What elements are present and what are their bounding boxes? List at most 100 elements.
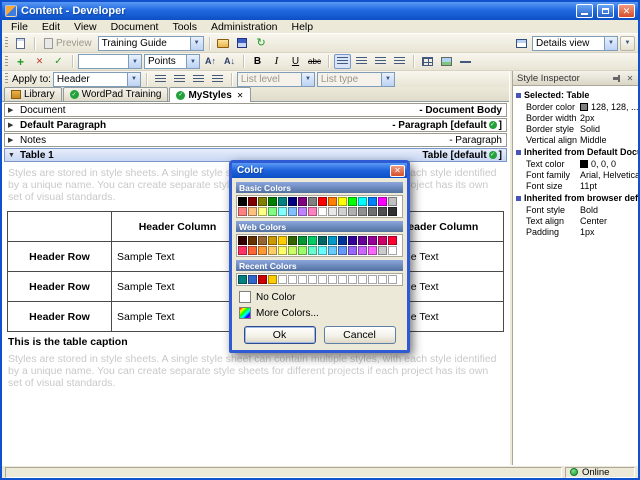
list-type-combo[interactable]: List type ▼ — [316, 71, 395, 87]
outdent-icon[interactable] — [190, 72, 207, 87]
more-colors-option[interactable]: More Colors... — [236, 305, 403, 321]
color-swatch[interactable] — [318, 207, 327, 216]
color-swatch[interactable] — [368, 275, 377, 284]
align-justify-icon[interactable] — [391, 54, 408, 69]
color-swatch[interactable] — [358, 236, 367, 245]
color-swatch[interactable] — [348, 236, 357, 245]
color-swatch[interactable] — [318, 275, 327, 284]
horizontal-rule-icon[interactable] — [457, 54, 474, 69]
toolbar-grip[interactable] — [5, 55, 8, 68]
color-swatch[interactable] — [248, 275, 257, 284]
minimize-button[interactable] — [576, 4, 593, 18]
strikethrough-icon[interactable]: abc — [306, 54, 323, 69]
color-swatch[interactable] — [388, 207, 397, 216]
close-panel-icon[interactable]: ✕ — [624, 72, 636, 84]
color-swatch[interactable] — [328, 197, 337, 206]
color-swatch[interactable] — [248, 236, 257, 245]
color-swatch[interactable] — [368, 236, 377, 245]
color-swatch[interactable] — [378, 246, 387, 255]
color-swatch[interactable] — [258, 197, 267, 206]
menu-view[interactable]: View — [67, 21, 104, 33]
font-family-combo[interactable]: ▼ — [78, 54, 142, 69]
italic-icon[interactable]: I — [268, 54, 285, 69]
add-icon[interactable]: + — [12, 54, 29, 69]
color-swatch[interactable] — [238, 275, 247, 284]
color-swatch[interactable] — [388, 246, 397, 255]
toolbar-options-dropdown[interactable]: ▼ — [620, 35, 635, 51]
color-swatch[interactable] — [318, 197, 327, 206]
tab-library[interactable]: Library — [4, 87, 62, 101]
new-document-icon[interactable] — [12, 36, 29, 51]
close-button[interactable]: ✕ — [618, 4, 635, 18]
color-swatch[interactable] — [388, 197, 397, 206]
color-swatch[interactable] — [348, 207, 357, 216]
expand-icon[interactable]: ▶ — [8, 136, 18, 144]
indent-icon[interactable] — [209, 72, 226, 87]
color-swatch[interactable] — [328, 236, 337, 245]
open-folder-icon[interactable] — [215, 36, 232, 51]
content-selector-combo[interactable]: Training Guide ▼ — [97, 35, 204, 51]
color-swatch[interactable] — [328, 246, 337, 255]
color-swatch[interactable] — [238, 197, 247, 206]
color-swatch[interactable] — [358, 275, 367, 284]
color-swatch[interactable] — [278, 246, 287, 255]
color-swatch[interactable] — [348, 197, 357, 206]
tab-wordpad-training[interactable]: WordPad Training — [62, 87, 169, 101]
font-units-combo[interactable]: Points ▼ — [144, 54, 200, 69]
color-swatch[interactable] — [268, 197, 277, 206]
preview-button[interactable]: Preview — [40, 36, 96, 51]
color-swatch[interactable] — [288, 275, 297, 284]
color-swatch[interactable] — [308, 236, 317, 245]
color-swatch[interactable] — [258, 207, 267, 216]
style-row-document[interactable]: ▶ Document - Document Body — [4, 103, 507, 117]
menu-edit[interactable]: Edit — [35, 21, 67, 33]
color-swatch[interactable] — [288, 236, 297, 245]
cancel-button[interactable]: Cancel — [323, 326, 396, 344]
menu-tools[interactable]: Tools — [165, 21, 204, 33]
color-swatch[interactable] — [338, 207, 347, 216]
color-swatch[interactable] — [238, 246, 247, 255]
color-swatch[interactable] — [348, 246, 357, 255]
menu-help[interactable]: Help — [285, 21, 321, 33]
toolbar-grip[interactable] — [5, 73, 8, 85]
maximize-button[interactable] — [597, 4, 614, 18]
save-icon[interactable] — [234, 36, 251, 51]
color-swatch[interactable] — [278, 207, 287, 216]
color-swatch[interactable] — [288, 207, 297, 216]
view-mode-icon[interactable] — [513, 36, 530, 51]
menu-administration[interactable]: Administration — [204, 21, 285, 33]
expand-icon[interactable]: ▶ — [8, 121, 18, 129]
color-swatch[interactable] — [338, 246, 347, 255]
pin-icon[interactable] — [610, 72, 622, 84]
color-swatch[interactable] — [268, 236, 277, 245]
color-swatch[interactable] — [298, 207, 307, 216]
color-swatch[interactable] — [388, 236, 397, 245]
color-swatch[interactable] — [378, 236, 387, 245]
color-swatch[interactable] — [338, 197, 347, 206]
color-swatch[interactable] — [238, 207, 247, 216]
color-swatch[interactable] — [248, 207, 257, 216]
color-swatch[interactable] — [268, 207, 277, 216]
color-swatch[interactable] — [378, 207, 387, 216]
menu-file[interactable]: File — [4, 21, 35, 33]
color-swatch[interactable] — [358, 246, 367, 255]
color-swatch[interactable] — [368, 246, 377, 255]
insert-image-icon[interactable] — [438, 54, 455, 69]
color-swatch[interactable] — [368, 197, 377, 206]
color-swatch[interactable] — [238, 236, 247, 245]
align-left-icon[interactable] — [334, 54, 351, 69]
color-swatch[interactable] — [358, 207, 367, 216]
close-tab-icon[interactable]: ✕ — [237, 91, 244, 100]
color-swatch[interactable] — [328, 207, 337, 216]
tab-mystyles[interactable]: MyStyles ✕ — [169, 87, 251, 102]
color-swatch[interactable] — [378, 197, 387, 206]
color-swatch[interactable] — [258, 275, 267, 284]
color-swatch[interactable] — [308, 246, 317, 255]
color-swatch[interactable] — [348, 275, 357, 284]
color-swatch[interactable] — [308, 275, 317, 284]
numbered-list-icon[interactable] — [171, 72, 188, 87]
grow-font-icon[interactable]: A↑ — [202, 54, 219, 69]
no-color-option[interactable]: No Color — [236, 289, 403, 305]
apply-to-combo[interactable]: Header ▼ — [52, 71, 141, 87]
refresh-icon[interactable]: ↻ — [253, 36, 270, 51]
